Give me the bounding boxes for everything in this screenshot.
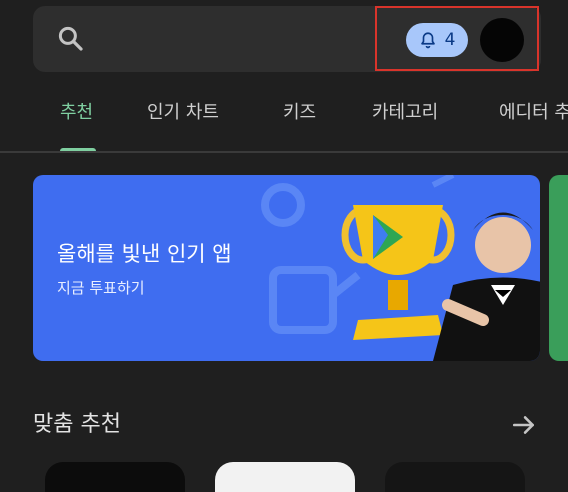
app-card-peek[interactable]	[385, 462, 525, 492]
tab-kids[interactable]: 키즈	[283, 98, 316, 124]
section-title: 맞춤 추천	[33, 412, 121, 437]
tab-categories[interactable]: 카테고리	[372, 98, 438, 124]
notification-count: 4	[444, 30, 456, 50]
banner-subtitle[interactable]: 지금 투표하기	[57, 277, 145, 298]
bell-icon	[420, 32, 435, 49]
notification-button[interactable]: 4	[406, 23, 468, 57]
banner-illustration	[261, 175, 540, 361]
arrow-right-icon[interactable]	[511, 412, 537, 438]
search-icon[interactable]	[56, 24, 86, 54]
tab-recommended[interactable]: 추천	[60, 98, 93, 124]
tab-top-charts[interactable]: 인기 차트	[147, 98, 219, 124]
tab-divider	[0, 151, 568, 153]
avatar[interactable]	[480, 18, 524, 62]
tab-bar: 추천 인기 차트 키즈 카테고리 에디터 추	[0, 88, 568, 138]
app-card-peek[interactable]	[45, 462, 185, 492]
banner-title: 올해를 빛낸 인기 앱	[57, 242, 232, 266]
next-banner-peek[interactable]	[549, 175, 568, 361]
tab-editors-choice[interactable]: 에디터 추	[499, 98, 568, 124]
app-card-peek[interactable]	[215, 462, 355, 492]
promo-banner[interactable]: 올해를 빛낸 인기 앱 지금 투표하기	[33, 175, 540, 361]
